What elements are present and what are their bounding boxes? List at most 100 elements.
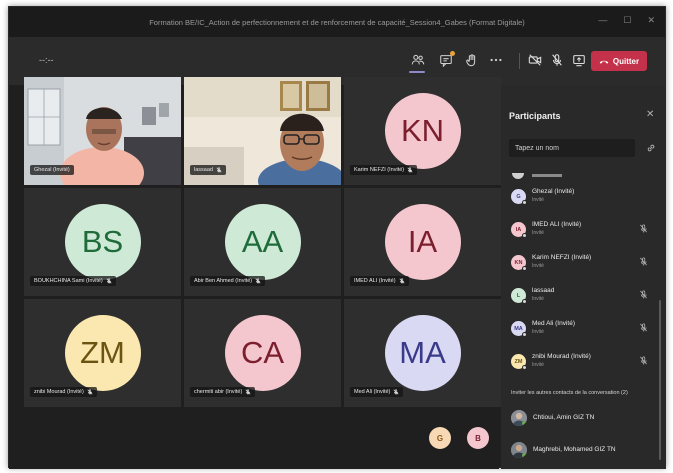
participants-icon[interactable] [409, 51, 427, 69]
participant-avatar: AA [224, 204, 301, 280]
participant-name: Med Ali (Invité) [354, 389, 391, 395]
participant-name: Karim NEFZI (Invité) [532, 254, 592, 261]
video-tile-med-ali[interactable]: MA Med Ali (Invité) [344, 299, 501, 407]
participant-row[interactable]: L lassaad Invité [511, 285, 661, 309]
contact-row[interactable]: Chtioui, Amin GIZ TN [511, 410, 661, 434]
participant-avatar: IA [511, 222, 527, 238]
contact-row[interactable]: Maghrebi, Mohamed GIZ TN [511, 442, 661, 466]
video-tile-abir-ben-ahmed[interactable]: AA Abir Ben Ahmed (Invité) [184, 188, 341, 296]
mic-off-icon [255, 278, 261, 284]
participant-name: Karim NEFZI (Invité) [354, 167, 405, 173]
video-tile-ghezal[interactable]: Ghezal (Invité) [24, 77, 181, 185]
video-tile-znibi-mourad[interactable]: ZM znibi Mourad (Invité) [24, 299, 181, 407]
video-tile-karim-nefzi[interactable]: KN Karim NEFZI (Invité) [344, 77, 501, 185]
avatar-initials: G [516, 193, 521, 200]
participant-avatar: IA [384, 204, 461, 280]
close-window-button[interactable]: ✕ [647, 15, 655, 26]
presence-indicator [522, 299, 527, 304]
participant-name: chermiti abir (Invité) [194, 389, 243, 395]
participant-name: BOUKHCHINA Sami (Invité) [34, 278, 103, 284]
window-title: Formation BE/IC_Action de perfectionneme… [149, 17, 525, 27]
participant-role: Invité [532, 362, 544, 368]
participant-row[interactable]: ZM znibi Mourad (Invité) Invité [511, 351, 661, 375]
participant-name-tag: chermiti abir (Invité) [190, 387, 256, 397]
avatar-initials: L [516, 292, 521, 299]
video-tile-boukhchina-sami[interactable]: BS BOUKHCHINA Sami (Invité) [24, 188, 181, 296]
participant-name: znibi Mourad (Invité) [532, 353, 591, 360]
title-bar: Formation BE/IC_Action de perfectionneme… [9, 7, 665, 37]
contact-name: Maghrebi, Mohamed GIZ TN [533, 446, 616, 453]
mic-off-icon[interactable] [639, 356, 648, 365]
video-grid: Ghezal (Invité) lassaad KN Karim NEFZI (… [24, 77, 501, 409]
participant-row[interactable]: IA IMED ALI (Invité) Invité [511, 219, 661, 243]
participant-row[interactable]: KN Karim NEFZI (Invité) Invité [511, 252, 661, 276]
participant-avatar: ZM [64, 315, 141, 391]
participant-role: Invité [532, 263, 544, 269]
presence-indicator [522, 200, 527, 205]
participant-avatar: KN [384, 93, 461, 169]
presence-indicator [522, 365, 527, 370]
participant-name-tag: Karim NEFZI (Invité) [350, 165, 418, 175]
minimize-button[interactable]: — [598, 15, 607, 26]
teams-meeting-window: Formation BE/IC_Action de perfectionneme… [8, 6, 666, 469]
participant-name: lassaad [532, 287, 555, 294]
participant-name: lassaad [194, 167, 213, 173]
mic-off-icon[interactable] [639, 224, 648, 233]
overflow-avatar[interactable]: G [429, 427, 451, 449]
participant-name: znibi Mourad (Invité) [34, 389, 84, 395]
more-icon[interactable] [487, 51, 505, 69]
participant-name: IMED ALI (Invité) [354, 278, 396, 284]
mic-off-icon [393, 389, 399, 395]
overflow-participants-bar: G B [9, 412, 499, 469]
overflow-avatar[interactable]: B [467, 427, 489, 449]
participant-name-tag: BOUKHCHINA Sami (Invité) [30, 276, 116, 286]
presence-indicator [522, 266, 527, 271]
participant-name-tag: Abir Ben Ahmed (Invité) [190, 276, 266, 286]
mic-off-icon [216, 167, 222, 173]
mic-off-icon[interactable] [639, 290, 648, 299]
phone-hangup-icon [599, 60, 609, 64]
mic-off-icon[interactable] [548, 51, 566, 69]
participant-row[interactable]: G Ghezal (Invité) Invité [511, 186, 661, 210]
video-tile-lassaad[interactable]: lassaad [184, 77, 341, 185]
participant-row[interactable]: MA Med Ali (Invité) Invité [511, 318, 661, 342]
close-icon[interactable]: ✕ [646, 109, 654, 120]
video-tile-chermiti-abir[interactable]: CA chermiti abir (Invité) [184, 299, 341, 407]
participant-avatar: MA [384, 315, 461, 391]
chat-notification-dot [450, 51, 455, 56]
panel-title: Participants [509, 111, 561, 121]
leave-button[interactable]: Quitter [591, 51, 647, 71]
avatar-initials: ZM [514, 358, 523, 365]
video-tile-imed-ali[interactable]: IA IMED ALI (Invité) [344, 188, 501, 296]
participant-avatar: KN [511, 255, 527, 271]
leave-label: Quitter [612, 56, 640, 66]
presence-indicator [522, 332, 527, 337]
participant-avatar: CA [224, 315, 301, 391]
panel-scrollbar[interactable] [659, 300, 661, 460]
participant-name-tag: Ghezal (Invité) [30, 165, 74, 175]
invite-contacts-heading: Inviter les autres contacts de la conver… [511, 390, 628, 396]
presence-indicator [522, 233, 527, 238]
participant-role: Invité [532, 197, 544, 203]
share-invite-icon[interactable] [645, 142, 657, 154]
contact-name: Chtioui, Amin GIZ TN [533, 414, 595, 421]
participant-role: Invité [532, 296, 544, 302]
avatar-initials: IA [515, 226, 522, 233]
camera-off-icon[interactable] [526, 51, 544, 69]
participant-avatar: L [511, 288, 527, 304]
raise-hand-icon[interactable] [463, 51, 481, 69]
maximize-button[interactable]: ☐ [623, 15, 631, 26]
scrolled-off-row [512, 173, 562, 179]
contact-avatar [511, 410, 527, 426]
mic-off-icon[interactable] [639, 323, 648, 332]
participant-search-input[interactable]: Tapez un nom [509, 139, 635, 157]
participant-name-tag: IMED ALI (Invité) [350, 276, 409, 286]
presence-indicator [522, 453, 527, 458]
participant-avatar: BS [64, 204, 141, 280]
participant-avatar: MA [511, 321, 527, 337]
mic-off-icon[interactable] [639, 257, 648, 266]
share-screen-icon[interactable] [570, 51, 588, 69]
meeting-timer: --:-- [39, 55, 54, 65]
mic-off-icon [407, 167, 413, 173]
active-tab-indicator [409, 71, 425, 73]
